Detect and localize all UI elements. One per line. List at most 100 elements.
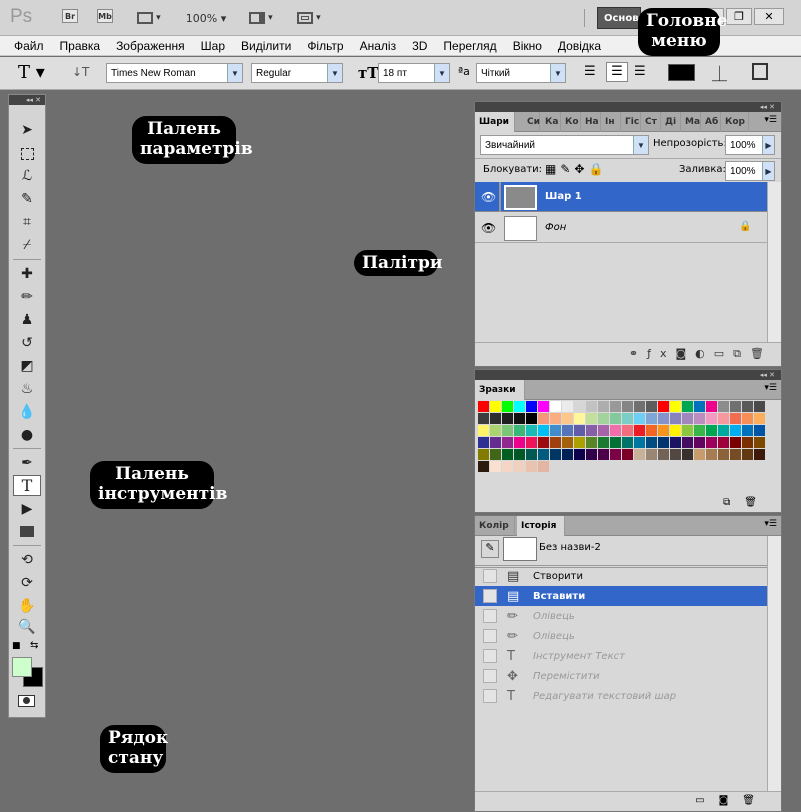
color-swatch[interactable]	[646, 401, 657, 412]
color-swatch[interactable]	[610, 437, 621, 448]
color-swatch[interactable]	[670, 401, 681, 412]
font-style-select[interactable]: Regular ▼	[251, 63, 343, 83]
color-swatch[interactable]	[538, 461, 549, 472]
tab-history[interactable]: Історія	[517, 516, 565, 536]
color-swatch[interactable]	[574, 437, 585, 448]
color-swatch[interactable]	[514, 449, 525, 460]
color-swatch[interactable]	[478, 449, 489, 460]
color-swatch[interactable]	[670, 437, 681, 448]
workspace-button[interactable]: Основ	[597, 7, 641, 29]
tab-histogram[interactable]: Гіс	[621, 112, 641, 132]
color-swatch[interactable]	[574, 401, 585, 412]
color-swatch[interactable]	[670, 425, 681, 436]
color-swatch[interactable]	[646, 449, 657, 460]
color-swatch[interactable]	[502, 437, 513, 448]
color-swatch[interactable]	[622, 449, 633, 460]
color-swatch[interactable]	[514, 425, 525, 436]
color-swatch[interactable]	[502, 413, 513, 424]
color-swatch[interactable]	[538, 413, 549, 424]
dodge-tool-icon[interactable]: ●	[13, 424, 41, 445]
move-tool-icon[interactable]: ➤	[13, 119, 41, 140]
marquee-tool-icon[interactable]	[13, 143, 41, 164]
color-swatch[interactable]	[718, 401, 729, 412]
color-swatch[interactable]	[586, 437, 597, 448]
color-swatch[interactable]	[538, 449, 549, 460]
menu-filter[interactable]: Фільтр	[299, 39, 351, 53]
color-swatch[interactable]	[502, 401, 513, 412]
path-selection-tool-icon[interactable]: ▶	[13, 498, 41, 519]
color-swatch[interactable]	[526, 401, 537, 412]
history-step[interactable]: ▤ Вставити	[475, 586, 767, 606]
history-step[interactable]: T Редагувати текстовий шар	[475, 686, 767, 706]
color-swatch[interactable]	[526, 437, 537, 448]
color-swatch[interactable]	[754, 425, 765, 436]
color-swatch[interactable]	[550, 437, 561, 448]
tab-paragraph[interactable]: Аб	[701, 112, 721, 132]
lasso-tool-icon[interactable]: ℒ	[13, 165, 41, 186]
color-swatch[interactable]	[754, 413, 765, 424]
color-swatch[interactable]	[490, 449, 501, 460]
swap-colors-icon[interactable]: ⇆	[30, 640, 38, 651]
color-swatch[interactable]	[754, 401, 765, 412]
color-swatch[interactable]	[538, 437, 549, 448]
lock-icons[interactable]: ▦✎✥🔒	[545, 162, 607, 176]
color-swatch[interactable]	[730, 437, 741, 448]
color-swatch[interactable]	[682, 449, 693, 460]
layer-row[interactable]: 👁 Фон 🔒	[475, 213, 767, 243]
color-swatch[interactable]	[526, 425, 537, 436]
color-swatch[interactable]	[730, 413, 741, 424]
color-swatch[interactable]	[550, 449, 561, 460]
foreground-color-swatch[interactable]	[12, 657, 32, 677]
color-swatch[interactable]	[634, 437, 645, 448]
antialias-select[interactable]: Чіткий ▼	[476, 63, 566, 83]
tab-styles[interactable]: Ст	[641, 112, 661, 132]
color-swatch[interactable]	[550, 425, 561, 436]
swatches-footer[interactable]: ⧉🗑	[475, 496, 781, 512]
color-swatch[interactable]	[718, 437, 729, 448]
color-swatch[interactable]	[730, 449, 741, 460]
color-swatch[interactable]	[514, 413, 525, 424]
color-swatch[interactable]	[478, 461, 489, 472]
view-extras-button[interactable]: ▾	[133, 9, 165, 27]
color-swatch[interactable]	[502, 425, 513, 436]
color-swatch[interactable]	[550, 401, 561, 412]
tab-adjustments[interactable]: Кор	[721, 112, 749, 132]
panel-menu-icon[interactable]: ▾☰	[764, 383, 777, 393]
color-swatch[interactable]	[682, 437, 693, 448]
color-swatch[interactable]	[718, 413, 729, 424]
color-swatch[interactable]	[694, 437, 705, 448]
color-swatch[interactable]	[610, 401, 621, 412]
character-panel-icon[interactable]	[752, 63, 768, 80]
color-swatch[interactable]	[514, 461, 525, 472]
color-swatch[interactable]	[550, 413, 561, 424]
color-swatch[interactable]	[706, 437, 717, 448]
font-family-select[interactable]: Times New Roman ▼	[106, 63, 243, 83]
paint-bucket-tool-icon[interactable]: ♨	[13, 378, 41, 399]
quick-selection-tool-icon[interactable]: ✎	[13, 188, 41, 209]
warp-text-icon[interactable]: ⏊	[712, 63, 727, 84]
color-swatch[interactable]	[562, 425, 573, 436]
color-swatch[interactable]	[694, 425, 705, 436]
history-source-checkbox[interactable]	[483, 669, 497, 683]
color-swatch[interactable]	[574, 413, 585, 424]
color-swatch[interactable]	[526, 461, 537, 472]
color-swatch[interactable]	[634, 401, 645, 412]
type-tool-preset-icon[interactable]: T ▾	[18, 62, 45, 83]
history-source-checkbox[interactable]	[483, 609, 497, 623]
color-swatch[interactable]	[670, 449, 681, 460]
color-swatch[interactable]	[562, 437, 573, 448]
color-swatch[interactable]	[478, 425, 489, 436]
align-right-icon[interactable]: ☰	[634, 65, 646, 78]
history-step[interactable]: ▤ Створити	[475, 566, 767, 586]
color-swatch[interactable]	[490, 437, 501, 448]
eraser-tool-icon[interactable]: ◩	[13, 355, 41, 376]
tab-color[interactable]: Колір	[475, 516, 515, 536]
color-swatch[interactable]	[658, 425, 669, 436]
color-swatch[interactable]	[754, 449, 765, 460]
color-swatch[interactable]	[694, 401, 705, 412]
color-swatch[interactable]	[622, 425, 633, 436]
pen-tool-icon[interactable]: ✒	[13, 452, 41, 473]
tab-actions[interactable]: Ді	[661, 112, 681, 132]
brush-tool-icon[interactable]: ✏	[13, 286, 41, 307]
menu-layer[interactable]: Шар	[193, 39, 233, 53]
